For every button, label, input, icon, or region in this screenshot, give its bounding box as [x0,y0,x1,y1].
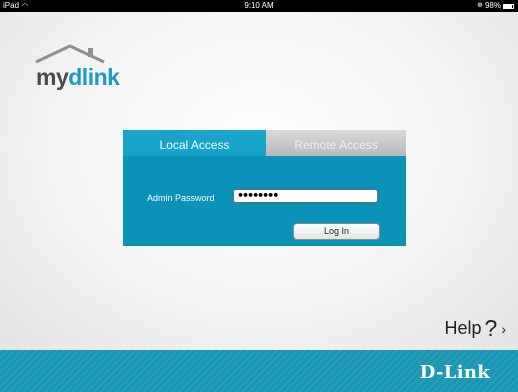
footer-bar: D-Link [0,350,518,392]
help-link[interactable]: Help ? › [445,315,507,342]
help-chevron-icon: › [501,320,506,337]
tab-local-access[interactable]: Local Access [123,130,266,156]
admin-password-field[interactable]: •••••••• [233,189,378,203]
logo-text-my: my [36,64,69,90]
login-form: Admin Password •••••••• Log In [123,156,406,246]
lock-icon: ⊕ [477,2,483,9]
status-time: 9:10 AM [244,1,274,10]
tab-remote-access[interactable]: Remote Access [266,130,406,156]
login-panel: Local Access Remote Access Admin Passwor… [123,130,406,246]
logo-text: mydlink [36,64,120,91]
battery-icon [503,3,514,9]
help-question-icon: ? [484,315,498,341]
access-tabs: Local Access Remote Access [123,130,406,156]
admin-password-label: Admin Password [147,193,215,203]
dlink-brand-logo: D-Link [419,362,490,383]
status-right: ⊕ 98% [477,0,514,12]
status-bar: iPad ◠ 9:10 AM ⊕ 98% [0,0,518,12]
battery-percent: 98% [484,1,501,10]
mydlink-logo: mydlink [32,40,132,92]
logo-text-dlink: dlink [68,64,120,90]
help-label: Help [444,318,482,338]
login-button[interactable]: Log In [293,223,380,240]
app-screen: mydlink Local Access Remote Access Admin… [0,12,518,350]
